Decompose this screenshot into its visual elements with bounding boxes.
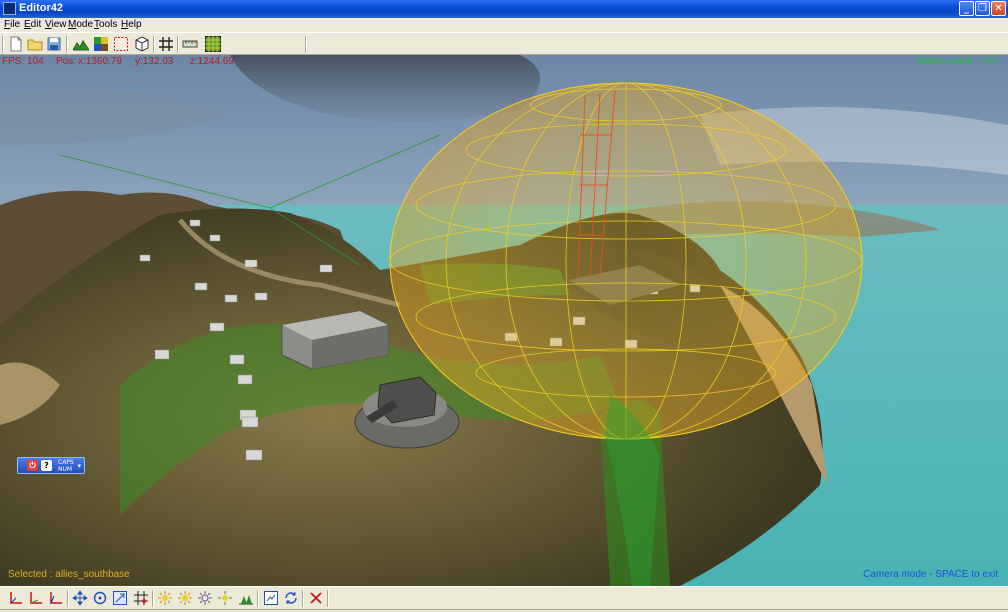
- statics-count: Statics count : 747: [915, 56, 998, 67]
- toolbar-separator: [153, 36, 155, 53]
- toolbar-separator: [327, 590, 329, 607]
- maximize-button[interactable]: ❐: [975, 1, 990, 16]
- camera-mode-hint: Camera mode - SPACE to exit: [863, 569, 998, 580]
- new-file-icon[interactable]: [8, 36, 24, 52]
- power-icon[interactable]: ⏻: [27, 460, 38, 471]
- menu-edit[interactable]: Edit: [24, 19, 41, 30]
- edit-toolbar: [0, 586, 1008, 609]
- toolbar-separator: [177, 36, 179, 53]
- grid-color-icon[interactable]: [205, 36, 221, 52]
- fps-label: FPS:: [2, 56, 25, 67]
- toolbar-separator: [305, 36, 307, 53]
- axis-xy-icon[interactable]: [8, 590, 24, 606]
- viewport-3d[interactable]: FPS: 104 Pos: x:1360.79 y:132.03 z:1244.…: [0, 55, 1008, 586]
- terrain-scene[interactable]: [0, 55, 1008, 586]
- title-bar[interactable]: Editor42 _ ❐ ✕: [0, 0, 1008, 18]
- toolbar-separator: [257, 590, 259, 607]
- window-title: Editor42: [19, 2, 64, 14]
- cube-icon[interactable]: [134, 36, 150, 52]
- toolbar-separator: [66, 36, 68, 53]
- toolbar-grip: [2, 36, 4, 53]
- refresh-icon[interactable]: [283, 590, 299, 606]
- grid-icon[interactable]: [158, 36, 174, 52]
- main-toolbar: [0, 32, 1008, 55]
- position-z: z:1244.69: [190, 56, 234, 67]
- axis-yz-icon[interactable]: [48, 590, 64, 606]
- toolbar-separator: [67, 590, 69, 607]
- minimize-button[interactable]: _: [959, 1, 974, 16]
- move-icon[interactable]: [72, 590, 88, 606]
- selection-rect-icon[interactable]: [113, 36, 129, 52]
- trigger-dome: [389, 82, 863, 440]
- rotate-icon[interactable]: [92, 590, 108, 606]
- chevron-down-icon[interactable]: ▾: [77, 462, 81, 470]
- snap-grid-icon[interactable]: [133, 590, 149, 606]
- texture-paint-icon[interactable]: [93, 36, 109, 52]
- open-folder-icon[interactable]: [27, 36, 43, 52]
- position-x: x:1360.79: [78, 56, 122, 67]
- menu-help[interactable]: Help: [121, 19, 142, 30]
- position-label: Pos:: [56, 56, 77, 67]
- menu-view[interactable]: View: [45, 19, 67, 30]
- properties-icon[interactable]: [263, 590, 279, 606]
- tree-group-icon[interactable]: [238, 590, 254, 606]
- menu-mode[interactable]: Mode: [68, 19, 93, 30]
- menu-tools[interactable]: Tools: [94, 19, 117, 30]
- light-3-icon[interactable]: [197, 590, 213, 606]
- save-icon[interactable]: [46, 36, 62, 52]
- light-1-icon[interactable]: [157, 590, 173, 606]
- light-2-icon[interactable]: [177, 590, 193, 606]
- ruler-icon[interactable]: [182, 36, 198, 52]
- caps-lock-widget[interactable]: ⏻ ? CAPS NUM ▾: [17, 457, 85, 474]
- delete-icon[interactable]: [308, 590, 324, 606]
- menu-bar: File Edit View Mode Tools Help: [0, 18, 1008, 32]
- help-icon[interactable]: ?: [41, 460, 52, 471]
- app-icon: [3, 2, 16, 15]
- toolbar-separator: [152, 590, 154, 607]
- axis-xz-icon[interactable]: [28, 590, 44, 606]
- num-indicator: NUM: [58, 466, 73, 473]
- editor-window: Editor42 _ ❐ ✕ File Edit View Mode Tools…: [0, 0, 1008, 612]
- close-button[interactable]: ✕: [991, 1, 1006, 16]
- position-y: y:132.03: [135, 56, 174, 67]
- terrain-icon[interactable]: [73, 36, 89, 52]
- caps-indicator: CAPS: [58, 459, 74, 466]
- fps-value: 104: [27, 56, 44, 67]
- light-4-icon[interactable]: [217, 590, 233, 606]
- menu-file[interactable]: File: [4, 19, 20, 30]
- scale-icon[interactable]: [112, 590, 128, 606]
- selected-object-label: Selected : allies_southbase: [8, 569, 130, 580]
- toolbar-separator: [302, 590, 304, 607]
